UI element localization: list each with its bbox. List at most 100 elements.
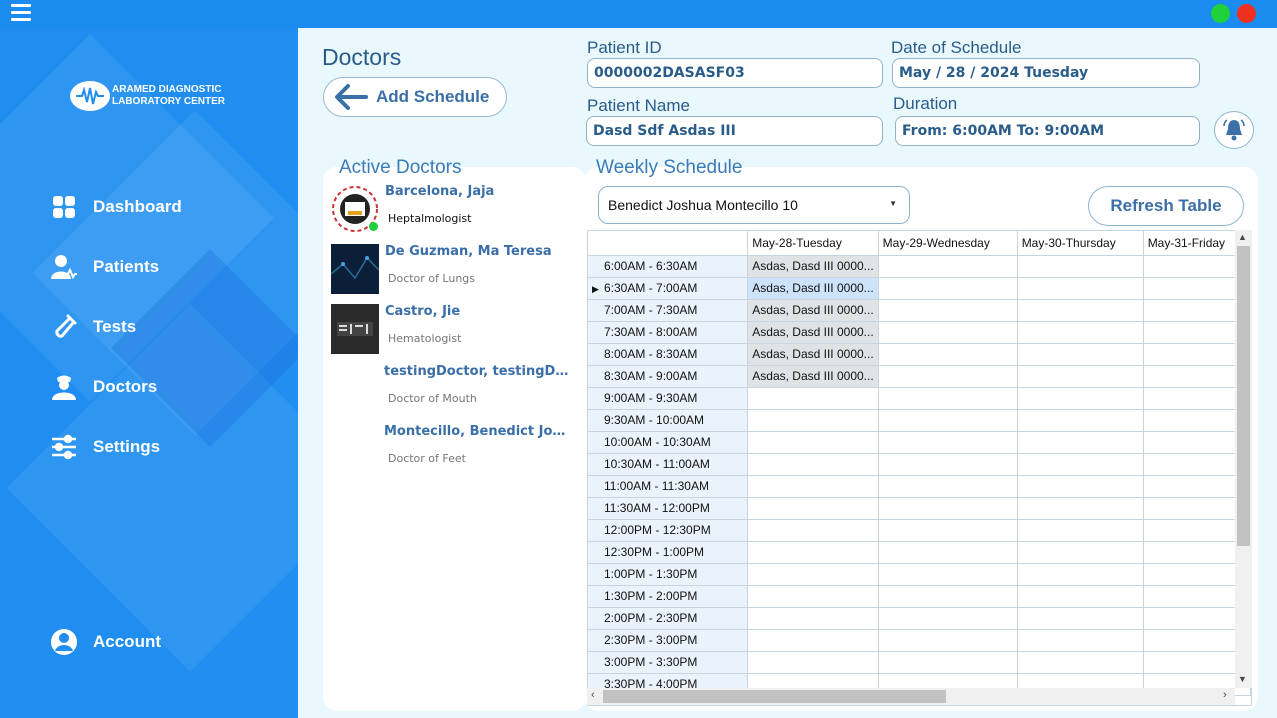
schedule-cell[interactable] <box>878 497 1018 520</box>
time-slot-cell[interactable]: 10:30AM - 11:00AM <box>588 453 749 476</box>
time-slot-cell[interactable]: 7:30AM - 8:00AM <box>588 321 749 344</box>
schedule-cell[interactable] <box>878 519 1018 542</box>
table-row[interactable]: ▶ 6:30AM - 7:00AM Asdas, Dasd III 0000... <box>588 277 1251 300</box>
table-row[interactable]: 11:30AM - 12:00PM <box>588 497 1251 520</box>
notification-button[interactable] <box>1214 111 1254 149</box>
schedule-cell[interactable] <box>1017 497 1144 520</box>
column-header[interactable]: May-29-Wednesday <box>878 231 1018 256</box>
table-row[interactable]: 11:00AM - 11:30AM <box>588 475 1251 498</box>
schedule-cell[interactable] <box>747 453 879 476</box>
schedule-cell[interactable] <box>747 541 879 564</box>
schedule-cell[interactable]: Asdas, Dasd III 0000... <box>747 321 879 344</box>
time-slot-cell[interactable]: 12:00PM - 12:30PM <box>588 519 749 542</box>
schedule-cell[interactable] <box>747 519 879 542</box>
schedule-cell[interactable] <box>1017 607 1144 630</box>
hamburger-menu-icon[interactable] <box>11 4 31 24</box>
schedule-cell[interactable] <box>878 255 1018 278</box>
table-row[interactable]: 9:00AM - 9:30AM <box>588 387 1251 410</box>
close-window-button[interactable] <box>1237 4 1256 23</box>
schedule-cell[interactable] <box>1017 563 1144 586</box>
doctor-list-item[interactable]: Castro, Jie Hematologist <box>331 304 581 360</box>
sidebar-item-tests[interactable]: Tests <box>50 313 136 341</box>
time-slot-cell[interactable]: 11:00AM - 11:30AM <box>588 475 749 498</box>
schedule-cell[interactable] <box>747 585 879 608</box>
schedule-cell[interactable] <box>878 563 1018 586</box>
schedule-cell[interactable] <box>747 563 879 586</box>
duration-field[interactable]: From: 6:00AM To: 9:00AM <box>895 116 1200 146</box>
time-slot-cell[interactable]: 3:00PM - 3:30PM <box>588 651 749 674</box>
time-slot-cell[interactable]: 1:00PM - 1:30PM <box>588 563 749 586</box>
schedule-cell[interactable] <box>1017 255 1144 278</box>
time-slot-cell[interactable]: 12:30PM - 1:00PM <box>588 541 749 564</box>
table-row[interactable]: 10:00AM - 10:30AM <box>588 431 1251 454</box>
schedule-cell[interactable] <box>747 651 879 674</box>
schedule-cell[interactable] <box>747 497 879 520</box>
table-row[interactable]: 10:30AM - 11:00AM <box>588 453 1251 476</box>
schedule-cell[interactable] <box>1017 475 1144 498</box>
patient-name-field[interactable]: Dasd Sdf Asdas III <box>586 116 883 146</box>
schedule-cell[interactable] <box>1017 321 1144 344</box>
scroll-right-icon[interactable]: › <box>1223 689 1227 701</box>
time-slot-cell[interactable]: 11:30AM - 12:00PM <box>588 497 749 520</box>
schedule-cell[interactable] <box>1017 629 1144 652</box>
schedule-cell[interactable] <box>878 651 1018 674</box>
time-slot-cell[interactable]: 2:00PM - 2:30PM <box>588 607 749 630</box>
horizontal-scrollbar[interactable]: ‹ › <box>587 688 1235 705</box>
table-row[interactable]: 2:30PM - 3:00PM <box>588 629 1251 652</box>
schedule-cell[interactable] <box>878 585 1018 608</box>
scroll-down-icon[interactable]: ▼ <box>1238 674 1247 684</box>
schedule-cell[interactable] <box>1017 431 1144 454</box>
table-row[interactable]: 3:00PM - 3:30PM <box>588 651 1251 674</box>
doctor-list-item[interactable]: Montecillo, Benedict Josh... Doctor of F… <box>331 424 581 480</box>
schedule-cell[interactable]: Asdas, Dasd III 0000... <box>747 277 879 300</box>
sidebar-item-doctors[interactable]: Doctors <box>50 373 157 401</box>
time-slot-cell[interactable]: 10:00AM - 10:30AM <box>588 431 749 454</box>
sidebar-item-patients[interactable]: Patients <box>50 253 159 281</box>
schedule-cell[interactable] <box>747 475 879 498</box>
table-row[interactable]: 1:30PM - 2:00PM <box>588 585 1251 608</box>
time-slot-cell[interactable]: 8:30AM - 9:00AM <box>588 365 749 388</box>
schedule-cell[interactable] <box>1017 387 1144 410</box>
time-slot-cell[interactable]: 9:30AM - 10:00AM <box>588 409 749 432</box>
schedule-cell[interactable] <box>878 431 1018 454</box>
schedule-cell[interactable] <box>747 431 879 454</box>
horizontal-scroll-thumb[interactable] <box>603 690 946 703</box>
patient-id-field[interactable]: 0000002DASASF03 <box>587 58 883 88</box>
schedule-cell[interactable] <box>878 365 1018 388</box>
schedule-cell[interactable] <box>747 387 879 410</box>
time-slot-cell[interactable]: 8:00AM - 8:30AM <box>588 343 749 366</box>
table-row[interactable]: 2:00PM - 2:30PM <box>588 607 1251 630</box>
schedule-cell[interactable] <box>878 343 1018 366</box>
schedule-cell[interactable] <box>1017 409 1144 432</box>
vertical-scrollbar[interactable]: ▲ ▼ <box>1235 230 1252 688</box>
schedule-cell[interactable] <box>878 409 1018 432</box>
schedule-cell[interactable] <box>747 629 879 652</box>
vertical-scroll-thumb[interactable] <box>1237 246 1250 546</box>
column-header[interactable]: May-30-Thursday <box>1017 231 1144 256</box>
time-slot-cell[interactable]: 2:30PM - 3:00PM <box>588 629 749 652</box>
schedule-cell[interactable] <box>878 475 1018 498</box>
time-slot-cell[interactable]: 7:00AM - 7:30AM <box>588 299 749 322</box>
table-row[interactable]: 1:00PM - 1:30PM <box>588 563 1251 586</box>
schedule-cell[interactable] <box>1017 343 1144 366</box>
schedule-cell[interactable] <box>878 299 1018 322</box>
sidebar-item-dashboard[interactable]: Dashboard <box>50 193 182 221</box>
schedule-cell[interactable]: Asdas, Dasd III 0000... <box>747 255 879 278</box>
scroll-left-icon[interactable]: ‹ <box>591 689 595 701</box>
schedule-cell[interactable]: Asdas, Dasd III 0000... <box>747 365 879 388</box>
add-schedule-button[interactable]: Add Schedule <box>323 77 507 117</box>
table-row[interactable]: 7:30AM - 8:00AM Asdas, Dasd III 0000... <box>588 321 1251 344</box>
schedule-cell[interactable] <box>1017 277 1144 300</box>
refresh-table-button[interactable]: Refresh Table <box>1088 186 1244 226</box>
schedule-cell[interactable] <box>878 321 1018 344</box>
schedule-cell[interactable] <box>1017 453 1144 476</box>
doctor-select[interactable]: Benedict Joshua Montecillo 10 ▼ <box>598 186 910 224</box>
table-row[interactable]: 6:00AM - 6:30AM Asdas, Dasd III 0000... <box>588 255 1251 278</box>
schedule-cell[interactable] <box>1017 299 1144 322</box>
schedule-cell[interactable] <box>747 607 879 630</box>
maximize-window-button[interactable] <box>1211 4 1230 23</box>
schedule-cell[interactable] <box>878 387 1018 410</box>
schedule-cell[interactable] <box>1017 651 1144 674</box>
sidebar-item-account[interactable]: Account <box>50 628 161 656</box>
table-row[interactable]: 12:00PM - 12:30PM <box>588 519 1251 542</box>
